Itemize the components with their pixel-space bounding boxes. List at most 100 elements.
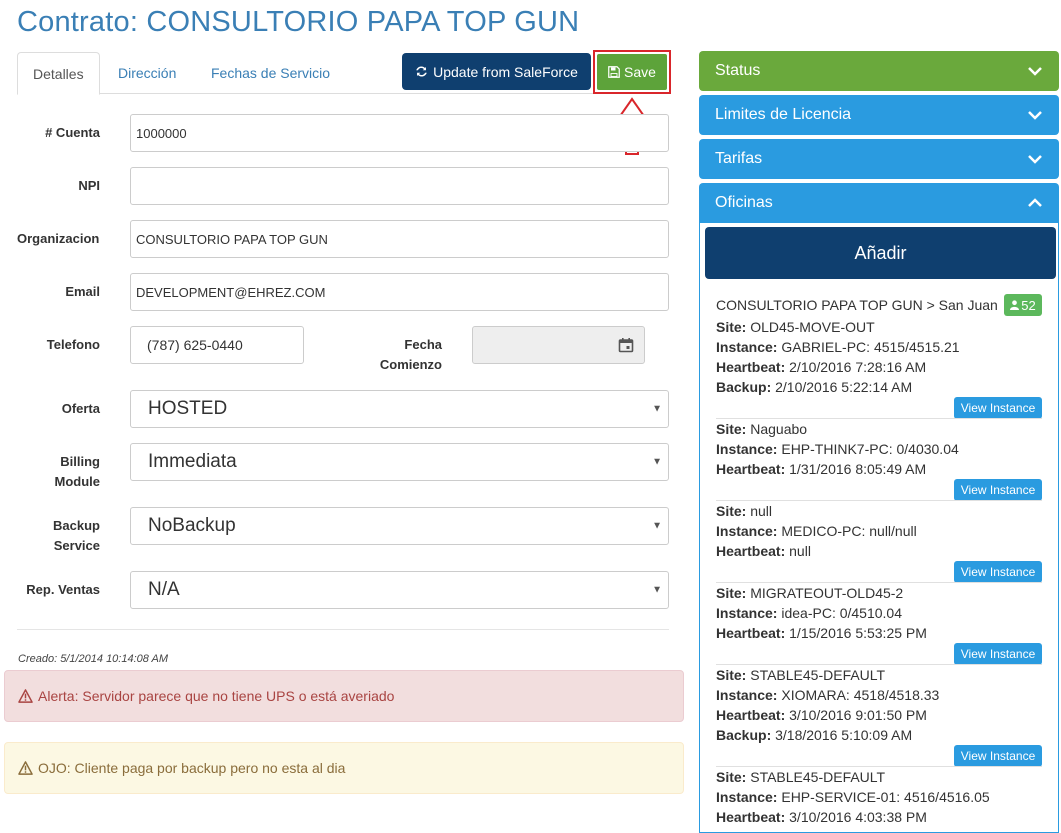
- save-label: Save: [624, 64, 656, 80]
- form-divider: [17, 629, 669, 630]
- instance-value: EHP-SERVICE-01: 4516/4516.05: [781, 789, 990, 805]
- backup-warning-text: OJO: Cliente paga por backup pero no est…: [38, 760, 346, 776]
- backup-value: NoBackup: [148, 515, 236, 536]
- limits-panel-title: Limites de Licencia: [715, 106, 852, 123]
- backup-service-select[interactable]: NoBackup ▼: [130, 507, 669, 545]
- instance-name-row: Instance: idea-PC: 0/4510.04: [716, 603, 1042, 623]
- ventas-label: Rep. Ventas: [26, 582, 100, 597]
- page-title: Contrato: CONSULTORIO PAPA TOP GUN: [17, 6, 580, 38]
- tab-detalles[interactable]: Detalles: [17, 52, 100, 95]
- chevron-down-icon: [1028, 67, 1042, 76]
- refresh-icon: [416, 66, 427, 77]
- site-value: STABLE45-DEFAULT: [750, 667, 886, 683]
- instance-site-row: Site: null: [716, 501, 1042, 521]
- fecha-comienzo-field[interactable]: [472, 326, 645, 364]
- instance-site-row: Site: MIGRATEOUT-OLD45-2: [716, 583, 1042, 603]
- limits-panel-header[interactable]: Limites de Licencia: [699, 95, 1059, 135]
- office-title: CONSULTORIO PAPA TOP GUN > San Juan: [716, 297, 998, 313]
- backup-value: 3/18/2016 5:10:09 AM: [775, 727, 913, 743]
- heartbeat-value: 1/15/2016 5:53:25 PM: [789, 625, 927, 641]
- instance-name-row: Instance: EHP-SERVICE-01: 4516/4516.05: [716, 787, 1042, 807]
- instance-site-row: Site: OLD45-MOVE-OUT: [716, 317, 1042, 337]
- instance-entry: Site: null Instance: MEDICO-PC: null/nul…: [716, 501, 1042, 583]
- view-instance-button[interactable]: View Instance: [954, 561, 1042, 583]
- heartbeat-label: Heartbeat:: [716, 359, 786, 375]
- site-label: Site:: [716, 503, 747, 519]
- cuenta-label: # Cuenta: [45, 125, 100, 140]
- ventas-value: N/A: [148, 579, 180, 600]
- oferta-value: HOSTED: [148, 398, 228, 419]
- backup-label: Backup Service: [17, 516, 100, 556]
- status-panel-header[interactable]: Status: [699, 51, 1059, 91]
- billing-module-select[interactable]: Immediata ▼: [130, 443, 669, 481]
- site-value: OLD45-MOVE-OUT: [750, 319, 875, 335]
- cuenta-field[interactable]: 1000000: [130, 114, 669, 152]
- site-label: Site:: [716, 421, 747, 437]
- view-instance-button[interactable]: View Instance: [954, 643, 1042, 665]
- oficinas-panel-header[interactable]: Oficinas: [699, 183, 1059, 223]
- chevron-down-icon: [1028, 111, 1042, 120]
- status-panel-title: Status: [715, 62, 761, 79]
- ups-alert-text: Alerta: Servidor parece que no tiene UPS…: [38, 688, 395, 704]
- oferta-select[interactable]: HOSTED ▼: [130, 390, 669, 428]
- billing-label: Billing Module: [17, 452, 101, 492]
- instance-site-row: Site: STABLE45-DEFAULT: [716, 665, 1042, 685]
- warning-icon: [18, 689, 33, 703]
- email-field[interactable]: DEVELOPMENT@EHREZ.COM: [130, 273, 669, 311]
- instance-entry: Site: MIGRATEOUT-OLD45-2 Instance: idea-…: [716, 583, 1042, 665]
- update-label: Update from SaleForce: [433, 63, 578, 80]
- user-count-badge: 52: [1004, 294, 1042, 316]
- created-timestamp: Creado: 5/1/2014 10:14:08 AM: [18, 653, 169, 665]
- npi-field[interactable]: [130, 167, 669, 205]
- instance-label: Instance:: [716, 605, 778, 621]
- instance-backup-row: Backup: 3/18/2016 5:10:09 AM: [716, 725, 1042, 745]
- dropdown-caret-icon: ▼: [652, 520, 662, 532]
- backup-warning: OJO: Cliente paga por backup pero no est…: [4, 742, 684, 794]
- instance-entry: Site: Naguabo Instance: EHP-THINK7-PC: 0…: [716, 419, 1042, 501]
- instance-name-row: Instance: EHP-THINK7-PC: 0/4030.04: [716, 439, 1042, 459]
- heartbeat-value: 2/10/2016 7:28:16 AM: [789, 359, 927, 375]
- rep-ventas-select[interactable]: N/A ▼: [130, 571, 669, 609]
- instance-heartbeat-row: Heartbeat: 3/10/2016 9:01:50 PM: [716, 705, 1042, 725]
- view-instance-button[interactable]: View Instance: [954, 745, 1042, 767]
- view-instance-button[interactable]: View Instance: [954, 397, 1042, 419]
- tab-fechas-servicio[interactable]: Fechas de Servicio: [196, 52, 345, 94]
- instance-value: idea-PC: 0/4510.04: [781, 605, 902, 621]
- save-button[interactable]: Save: [597, 54, 667, 90]
- site-value: Naguabo: [750, 421, 808, 437]
- site-label: Site:: [716, 769, 747, 785]
- backup-label-line2: Service: [53, 538, 100, 553]
- add-office-button[interactable]: Añadir: [705, 227, 1056, 279]
- view-instance-button[interactable]: View Instance: [954, 479, 1042, 501]
- tab-direccion[interactable]: Dirección: [103, 52, 191, 94]
- site-label: Site:: [716, 667, 747, 683]
- tarifas-panel-header[interactable]: Tarifas: [699, 139, 1059, 179]
- instance-site-row: Site: Naguabo: [716, 419, 1042, 439]
- instance-value: EHP-THINK7-PC: 0/4030.04: [781, 441, 959, 457]
- dropdown-caret-icon: ▼: [652, 584, 662, 596]
- telefono-field[interactable]: (787) 625-0440: [130, 326, 304, 364]
- calendar-icon[interactable]: [618, 337, 634, 353]
- user-icon: [1010, 300, 1020, 310]
- ups-alert: Alerta: Servidor parece que no tiene UPS…: [4, 670, 684, 722]
- instance-value: XIOMARA: 4518/4518.33: [781, 687, 940, 703]
- heartbeat-label: Heartbeat:: [716, 809, 786, 825]
- site-label: Site:: [716, 585, 747, 601]
- instance-site-row: Site: STABLE45-DEFAULT: [716, 767, 1042, 787]
- organizacion-field[interactable]: CONSULTORIO PAPA TOP GUN: [130, 220, 669, 258]
- telefono-label: Telefono: [46, 337, 100, 352]
- dropdown-caret-icon: ▼: [652, 403, 662, 415]
- instance-heartbeat-row: Heartbeat: 2/10/2016 7:28:16 AM: [716, 357, 1042, 377]
- instance-heartbeat-row: Heartbeat: 3/10/2016 4:03:38 PM: [716, 807, 1042, 827]
- update-from-salesforce-button[interactable]: Update from SaleForce: [402, 53, 591, 90]
- instance-name-row: Instance: GABRIEL-PC: 4515/4515.21: [716, 337, 1042, 357]
- instance-label: Instance:: [716, 523, 778, 539]
- heartbeat-label: Heartbeat:: [716, 461, 786, 477]
- instance-heartbeat-row: Heartbeat: 1/15/2016 5:53:25 PM: [716, 623, 1042, 643]
- heartbeat-value: 1/31/2016 8:05:49 AM: [789, 461, 927, 477]
- oficinas-panel-title: Oficinas: [715, 194, 773, 211]
- dropdown-caret-icon: ▼: [652, 456, 662, 468]
- save-highlight-box: Save: [593, 50, 671, 94]
- heartbeat-value: 3/10/2016 9:01:50 PM: [789, 707, 927, 723]
- heartbeat-value: 3/10/2016 4:03:38 PM: [789, 809, 927, 825]
